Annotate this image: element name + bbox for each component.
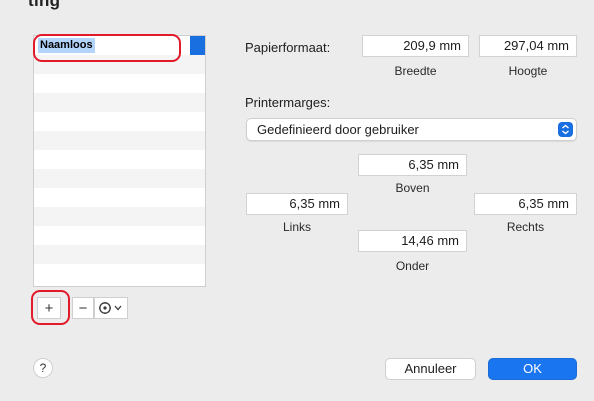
margins-preset-value: Gedefinieerd door gebruiker <box>257 122 419 137</box>
ok-button[interactable]: OK <box>488 358 577 380</box>
paper-size-label: Papierformaat: <box>245 40 331 55</box>
list-empty-row <box>34 74 205 93</box>
width-caption: Breedte <box>394 64 437 78</box>
remove-size-button[interactable]: − <box>72 297 94 319</box>
gear-icon <box>99 302 122 314</box>
printer-margins-label: Printermarges: <box>245 95 331 110</box>
paper-width-field[interactable]: 209,9 mm <box>362 35 469 57</box>
action-menu-button[interactable] <box>94 297 128 319</box>
cancel-button[interactable]: Annuleer <box>385 358 476 380</box>
chevron-down-icon <box>114 305 122 311</box>
margin-right-field[interactable]: 6,35 mm <box>474 193 577 215</box>
margin-top-field[interactable]: 6,35 mm <box>358 154 467 176</box>
list-empty-row <box>34 169 205 188</box>
highlight-ring-name <box>33 34 181 62</box>
list-empty-row <box>34 131 205 150</box>
list-empty-row <box>34 93 205 112</box>
popup-stepper-icon <box>558 122 573 137</box>
help-button[interactable]: ? <box>33 358 53 378</box>
list-empty-row <box>34 245 205 264</box>
list-empty-row <box>34 226 205 245</box>
paper-height-field[interactable]: 297,04 mm <box>479 35 577 57</box>
list-empty-row <box>34 150 205 169</box>
list-empty-row <box>34 112 205 131</box>
margin-left-field[interactable]: 6,35 mm <box>246 193 348 215</box>
margin-right-caption: Rechts <box>506 220 545 234</box>
margin-left-caption: Links <box>282 220 311 234</box>
paper-size-list[interactable]: Naamloos <box>33 35 206 287</box>
height-caption: Hoogte <box>508 64 548 78</box>
list-empty-row <box>34 207 205 226</box>
margin-bottom-caption: Onder <box>395 259 430 273</box>
help-label: ? <box>39 361 47 375</box>
margin-top-caption: Boven <box>395 181 430 195</box>
list-empty-row <box>34 188 205 207</box>
margin-bottom-field[interactable]: 14,46 mm <box>358 230 467 252</box>
title-fragment-text: ting <box>28 0 61 10</box>
selection-indicator <box>190 36 205 55</box>
list-empty-row <box>34 264 205 283</box>
remove-label: − <box>78 299 88 317</box>
dialog-title-fragment: ting <box>28 0 60 11</box>
margins-preset-popup[interactable]: Gedefinieerd door gebruiker <box>246 118 577 141</box>
highlight-ring-add <box>31 290 70 325</box>
